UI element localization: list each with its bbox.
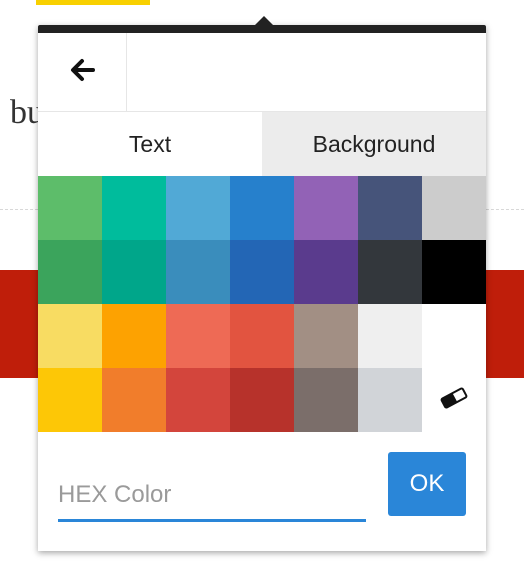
ok-button[interactable]: OK xyxy=(388,452,466,516)
color-swatch[interactable] xyxy=(358,176,422,240)
color-swatch[interactable] xyxy=(358,368,422,432)
color-swatch[interactable] xyxy=(358,304,422,368)
eraser-icon xyxy=(439,386,469,414)
color-swatch[interactable] xyxy=(230,304,294,368)
color-picker-popup: Text Background OK xyxy=(38,16,486,551)
clear-color-button[interactable] xyxy=(422,368,486,432)
color-swatch[interactable] xyxy=(38,368,102,432)
color-swatch[interactable] xyxy=(422,304,486,368)
tab-background[interactable]: Background xyxy=(262,112,486,176)
color-target-tabs: Text Background xyxy=(38,112,486,176)
color-swatch[interactable] xyxy=(358,240,422,304)
back-button[interactable] xyxy=(38,33,127,111)
color-swatch[interactable] xyxy=(102,368,166,432)
color-swatch[interactable] xyxy=(230,240,294,304)
color-swatch[interactable] xyxy=(38,304,102,368)
color-swatch[interactable] xyxy=(294,368,358,432)
popup-top-bar xyxy=(38,25,486,33)
color-swatch[interactable] xyxy=(422,176,486,240)
color-swatch[interactable] xyxy=(166,240,230,304)
color-swatch[interactable] xyxy=(102,176,166,240)
color-swatch-grid xyxy=(38,176,486,432)
picker-toolbar xyxy=(38,33,486,112)
color-swatch[interactable] xyxy=(230,368,294,432)
color-swatch[interactable] xyxy=(422,240,486,304)
color-swatch[interactable] xyxy=(38,176,102,240)
color-swatch[interactable] xyxy=(294,240,358,304)
color-swatch[interactable] xyxy=(166,304,230,368)
color-swatch[interactable] xyxy=(294,304,358,368)
popup-pointer xyxy=(255,16,273,25)
color-swatch[interactable] xyxy=(294,176,358,240)
color-swatch[interactable] xyxy=(102,240,166,304)
color-swatch[interactable] xyxy=(166,368,230,432)
color-swatch[interactable] xyxy=(38,240,102,304)
color-swatch[interactable] xyxy=(166,176,230,240)
text-highlight xyxy=(36,0,150,5)
tab-text[interactable]: Text xyxy=(38,112,262,176)
color-swatch[interactable] xyxy=(230,176,294,240)
color-swatch[interactable] xyxy=(102,304,166,368)
hex-color-input[interactable] xyxy=(58,471,366,522)
arrow-left-icon xyxy=(69,58,95,87)
